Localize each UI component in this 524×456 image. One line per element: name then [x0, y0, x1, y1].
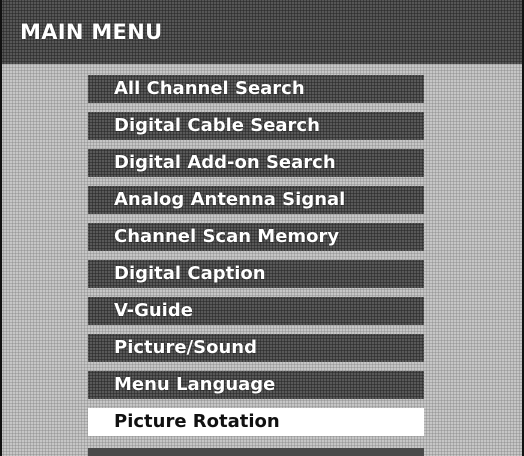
menu-item-label: All Channel Search	[114, 78, 305, 99]
menu-item-label: Picture/Sound	[114, 337, 257, 358]
menu-item-channel-scan-memory[interactable]: Channel Scan Memory	[88, 223, 424, 251]
tv-menu-screen: MAIN MENU All Channel Search Digital Cab…	[0, 0, 524, 456]
next-menu-item-partial	[88, 448, 424, 456]
menu-item-all-channel-search[interactable]: All Channel Search	[88, 75, 424, 103]
menu-item-picture-sound[interactable]: Picture/Sound	[88, 334, 424, 362]
menu-item-label: Channel Scan Memory	[114, 226, 340, 247]
menu-item-analog-antenna-signal[interactable]: Analog Antenna Signal	[88, 186, 424, 214]
menu-item-label: Picture Rotation	[114, 411, 280, 432]
menu-item-picture-rotation[interactable]: Picture Rotation	[88, 408, 424, 436]
menu-item-label: Analog Antenna Signal	[114, 189, 346, 210]
menu-item-digital-caption[interactable]: Digital Caption	[88, 260, 424, 288]
menu-item-v-guide[interactable]: V-Guide	[88, 297, 424, 325]
menu-item-digital-add-on-search[interactable]: Digital Add-on Search	[88, 149, 424, 177]
menu-title: MAIN MENU	[20, 20, 163, 44]
menu-item-label: Digital Caption	[114, 263, 266, 284]
menu-item-label: V-Guide	[114, 300, 193, 321]
menu-item-menu-language[interactable]: Menu Language	[88, 371, 424, 399]
title-bar: MAIN MENU	[2, 0, 522, 64]
main-menu-list: All Channel Search Digital Cable Search …	[88, 75, 424, 445]
menu-item-label: Digital Cable Search	[114, 115, 320, 136]
menu-item-label: Menu Language	[114, 374, 276, 395]
menu-item-digital-cable-search[interactable]: Digital Cable Search	[88, 112, 424, 140]
menu-item-label: Digital Add-on Search	[114, 152, 336, 173]
